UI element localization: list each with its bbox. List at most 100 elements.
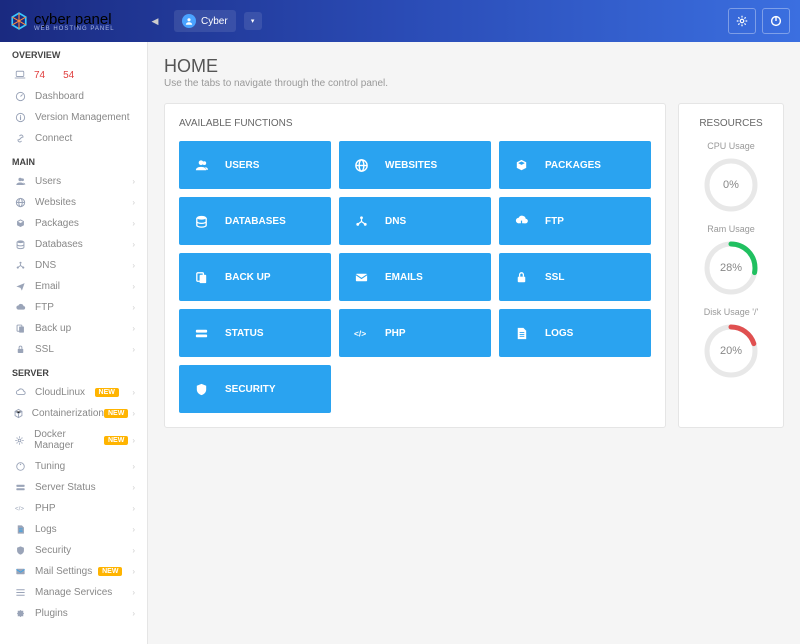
php-icon <box>351 326 371 341</box>
status-icon <box>12 482 28 493</box>
sidebar-item-php[interactable]: PHP › <box>0 498 147 519</box>
sidebar-collapse-button[interactable]: ◀ <box>148 0 162 42</box>
sidebar-stats: 74 54 <box>0 64 147 86</box>
tile-label: EMAILS <box>385 272 423 283</box>
sidebar-item-label: Mail Settings <box>35 566 92 577</box>
sidebar-item-label: Docker Manager <box>34 429 104 451</box>
brand-tagline: WEB HOSTING PANEL <box>34 26 115 32</box>
sidebar-item-back-up[interactable]: Back up › <box>0 318 147 339</box>
gauge-ram-usage: Ram Usage 28% <box>693 224 769 297</box>
sidebar-item-plugins[interactable]: Plugins › <box>0 603 147 624</box>
power-button[interactable] <box>762 8 790 34</box>
sidebar-item-label: DNS <box>35 260 56 271</box>
settings-button[interactable] <box>728 8 756 34</box>
database-icon <box>12 239 28 250</box>
sidebar-item-containerization[interactable]: Containerization NEW › <box>0 403 147 424</box>
mail-icon <box>351 270 371 285</box>
tile-packages[interactable]: PACKAGES <box>499 141 651 189</box>
sidebar-item-label: Websites <box>35 197 76 208</box>
sidebar-item-security[interactable]: Security › <box>0 540 147 561</box>
chevron-right-icon: › <box>132 483 135 492</box>
user-name: Cyber <box>201 16 228 27</box>
user-chip[interactable]: Cyber <box>174 10 236 32</box>
tile-emails[interactable]: EMAILS <box>339 253 491 301</box>
sidebar-item-label: Tuning <box>35 461 65 472</box>
tile-status[interactable]: STATUS <box>179 309 331 357</box>
sidebar-item-version-management[interactable]: Version Management <box>0 107 147 128</box>
sidebar-section-title: OVERVIEW <box>0 42 147 64</box>
sidebar-item-databases[interactable]: Databases › <box>0 234 147 255</box>
lock-icon <box>511 270 531 285</box>
globe-icon <box>12 197 28 208</box>
sidebar-item-manage-services[interactable]: Manage Services › <box>0 582 147 603</box>
sidebar-item-users[interactable]: Users › <box>0 171 147 192</box>
sidebar-item-mail-settings[interactable]: Mail Settings NEW › <box>0 561 147 582</box>
sidebar-item-logs[interactable]: Logs › <box>0 519 147 540</box>
sidebar-item-dns[interactable]: DNS › <box>0 255 147 276</box>
tile-label: PHP <box>385 328 406 339</box>
copy-icon <box>12 323 28 334</box>
sidebar-item-label: SSL <box>35 344 54 355</box>
chevron-right-icon: › <box>132 303 135 312</box>
tile-users[interactable]: USERS <box>179 141 331 189</box>
database-icon <box>191 214 211 229</box>
logo-icon <box>10 12 28 30</box>
sidebar-item-server-status[interactable]: Server Status › <box>0 477 147 498</box>
dns-icon <box>351 214 371 229</box>
tile-label: SSL <box>545 272 564 283</box>
tile-label: STATUS <box>225 328 264 339</box>
tile-ftp[interactable]: FTP <box>499 197 651 245</box>
chevron-right-icon: › <box>132 177 135 186</box>
tile-back-up[interactable]: BACK UP <box>179 253 331 301</box>
info-icon <box>12 112 28 123</box>
tile-php[interactable]: PHP <box>339 309 491 357</box>
sidebar-item-cloudlinux[interactable]: CloudLinux NEW › <box>0 382 147 403</box>
chevron-right-icon: › <box>132 567 135 576</box>
user-dropdown-button[interactable]: ▾ <box>244 12 262 30</box>
sidebar-item-email[interactable]: Email › <box>0 276 147 297</box>
tile-security[interactable]: SECURITY <box>179 365 331 413</box>
brand-logo[interactable]: cyber panel WEB HOSTING PANEL <box>0 0 148 42</box>
sidebar-item-packages[interactable]: Packages › <box>0 213 147 234</box>
sidebar-item-label: Manage Services <box>35 587 112 598</box>
tile-databases[interactable]: DATABASES <box>179 197 331 245</box>
sidebar-item-label: Email <box>35 281 60 292</box>
tile-logs[interactable]: LOGS <box>499 309 651 357</box>
cloud-icon <box>12 302 28 313</box>
gauge-label: CPU Usage <box>693 141 769 151</box>
sidebar-item-connect[interactable]: Connect <box>0 128 147 149</box>
sidebar-item-label: Packages <box>35 218 79 229</box>
sidebar-item-label: Users <box>35 176 61 187</box>
lock-icon <box>12 344 28 355</box>
sidebar-item-label: Version Management <box>35 112 130 123</box>
gauge-label: Disk Usage '/' <box>693 307 769 317</box>
tile-label: FTP <box>545 216 564 227</box>
chevron-right-icon: › <box>132 409 135 418</box>
tile-label: PACKAGES <box>545 160 601 171</box>
gauge-label: Ram Usage <box>693 224 769 234</box>
shield-icon <box>191 382 211 397</box>
sidebar-item-tuning[interactable]: Tuning › <box>0 456 147 477</box>
logs-icon <box>511 326 531 341</box>
tile-websites[interactable]: WEBSITES <box>339 141 491 189</box>
dns-icon <box>12 260 28 271</box>
gauge-value: 0% <box>702 156 760 214</box>
chevron-right-icon: › <box>132 282 135 291</box>
chevron-right-icon: › <box>132 324 135 333</box>
tile-dns[interactable]: DNS <box>339 197 491 245</box>
logs-icon <box>12 524 28 535</box>
tile-ssl[interactable]: SSL <box>499 253 651 301</box>
sidebar-item-docker-manager[interactable]: Docker Manager NEW › <box>0 424 147 456</box>
sidebar-item-dashboard[interactable]: Dashboard <box>0 86 147 107</box>
cloud2-icon <box>12 387 28 398</box>
chevron-right-icon: › <box>132 388 135 397</box>
globe-icon <box>351 158 371 173</box>
chevron-right-icon: › <box>132 609 135 618</box>
sidebar-item-websites[interactable]: Websites › <box>0 192 147 213</box>
chevron-right-icon: › <box>132 588 135 597</box>
new-badge: NEW <box>95 388 119 397</box>
sidebar-item-ssl[interactable]: SSL › <box>0 339 147 360</box>
main-content: HOME Use the tabs to navigate through th… <box>148 42 800 644</box>
sidebar-item-ftp[interactable]: FTP › <box>0 297 147 318</box>
sidebar: OVERVIEW 74 54 Dashboard Version Managem… <box>0 42 148 644</box>
